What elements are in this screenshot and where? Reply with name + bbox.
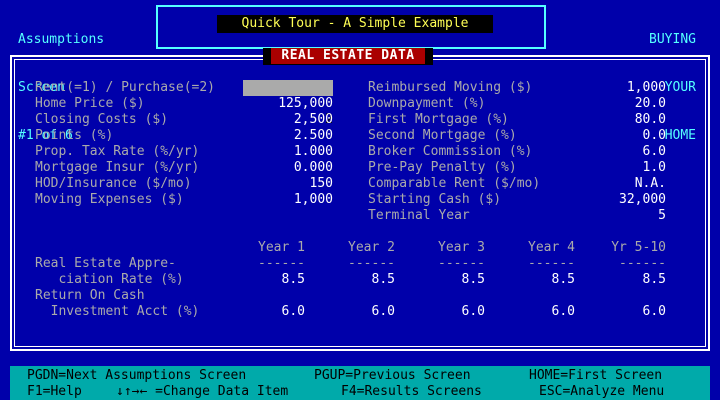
- downpayment-input[interactable]: 20.0: [586, 96, 666, 112]
- prop-tax-rate-input[interactable]: 1.000: [243, 144, 333, 160]
- key-f4-results[interactable]: F4=Results Screens: [341, 384, 482, 400]
- second-mortgage-input[interactable]: 0.0: [586, 128, 666, 144]
- app-title-line-1: BUYING: [649, 32, 696, 47]
- appreciation-year-3-input[interactable]: 8.5: [423, 272, 485, 288]
- appreciation-year-2-input[interactable]: 8.5: [333, 272, 395, 288]
- tour-title: Quick Tour - A Simple Example: [217, 15, 493, 33]
- row-label-return-cash-1: Return On Cash: [35, 288, 145, 303]
- field-label-comparable-rent: Comparable Rent ($/mo): [368, 176, 541, 191]
- column-divider: ------: [258, 256, 305, 271]
- first-mortgage-input[interactable]: 80.0: [586, 112, 666, 128]
- key-arrows-change[interactable]: ↓↑→← =Change Data Item: [116, 384, 288, 400]
- key-pgup-previous[interactable]: PGUP=Previous Screen: [314, 368, 471, 384]
- column-header-year-4: Year 4: [528, 240, 575, 255]
- mortgage-insur-input[interactable]: 0.000: [243, 160, 333, 176]
- starting-cash-input[interactable]: 32,000: [586, 192, 666, 208]
- return-cash-year-4-input[interactable]: 6.0: [513, 304, 575, 320]
- field-label-points: Points (%): [35, 128, 114, 143]
- field-label-mortgage-insur: Mortgage Insur (%/yr): [35, 160, 200, 175]
- column-divider: ------: [438, 256, 485, 271]
- column-divider: ------: [348, 256, 395, 271]
- row-label-return-cash-2: Investment Acct (%): [35, 304, 200, 319]
- column-header-year-3: Year 3: [438, 240, 485, 255]
- field-label-moving-expenses: Moving Expenses ($): [35, 192, 184, 207]
- closing-costs-input[interactable]: 2,500: [243, 112, 333, 128]
- field-label-hod-insurance: HOD/Insurance ($/mo): [35, 176, 192, 191]
- broker-commission-input[interactable]: 6.0: [586, 144, 666, 160]
- return-cash-year-1-input[interactable]: 6.0: [243, 304, 305, 320]
- key-f1-help[interactable]: F1=Help: [27, 384, 82, 400]
- column-header-yr-5-10: Yr 5-10: [611, 240, 666, 255]
- return-cash-yr-5-10-input[interactable]: 6.0: [604, 304, 666, 320]
- moving-expenses-input[interactable]: 1,000: [243, 192, 333, 208]
- terminal-year-input[interactable]: 5: [586, 208, 666, 224]
- column-header-year-1: Year 1: [258, 240, 305, 255]
- field-label-pre-pay-penalty: Pre-Pay Penalty (%): [368, 160, 517, 175]
- field-label-starting-cash: Starting Cash ($): [368, 192, 502, 207]
- field-label-home-price: Home Price ($): [35, 96, 145, 111]
- field-label-second-mortgage: Second Mortgage (%): [368, 128, 517, 143]
- appreciation-yr-5-10-input[interactable]: 8.5: [604, 272, 666, 288]
- key-esc-analyze[interactable]: ESC=Analyze Menu: [539, 384, 664, 400]
- comparable-rent-input[interactable]: N.A.: [586, 176, 666, 192]
- screen-indicator-line-1: Assumptions: [18, 32, 105, 47]
- field-label-closing-costs: Closing Costs ($): [35, 112, 169, 127]
- field-label-prop-tax-rate: Prop. Tax Rate (%/yr): [35, 144, 200, 159]
- field-label-terminal-year: Terminal Year: [368, 208, 470, 223]
- key-pgdn-next[interactable]: PGDN=Next Assumptions Screen: [27, 368, 246, 384]
- reimbursed-moving-input[interactable]: 1,000: [586, 80, 666, 96]
- appreciation-year-4-input[interactable]: 8.5: [513, 272, 575, 288]
- rent-purchase-input[interactable]: 2: [243, 80, 333, 127]
- hod-insurance-input[interactable]: 150: [243, 176, 333, 192]
- points-input[interactable]: 2.500: [243, 128, 333, 144]
- panel-title: REAL ESTATE DATA: [271, 48, 425, 64]
- column-header-year-2: Year 2: [348, 240, 395, 255]
- key-home-first[interactable]: HOME=First Screen: [529, 368, 662, 384]
- appreciation-year-1-input[interactable]: 8.5: [243, 272, 305, 288]
- row-label-appreciation-2: ciation Rate (%): [35, 272, 184, 287]
- field-label-rent-purchase: Rent(=1) / Purchase(=2): [35, 80, 216, 95]
- field-label-broker-commission: Broker Commission (%): [368, 144, 533, 159]
- return-cash-year-2-input[interactable]: 6.0: [333, 304, 395, 320]
- return-cash-year-3-input[interactable]: 6.0: [423, 304, 485, 320]
- row-label-appreciation-1: Real Estate Appre-: [35, 256, 176, 271]
- field-label-downpayment: Downpayment (%): [368, 96, 486, 111]
- pre-pay-penalty-input[interactable]: 1.0: [586, 160, 666, 176]
- home-price-input[interactable]: 125,000: [243, 96, 333, 112]
- column-divider: ------: [619, 256, 666, 271]
- field-label-first-mortgage: First Mortgage (%): [368, 112, 509, 127]
- column-divider: ------: [528, 256, 575, 271]
- field-label-reimbursed-moving: Reimbursed Moving ($): [368, 80, 533, 95]
